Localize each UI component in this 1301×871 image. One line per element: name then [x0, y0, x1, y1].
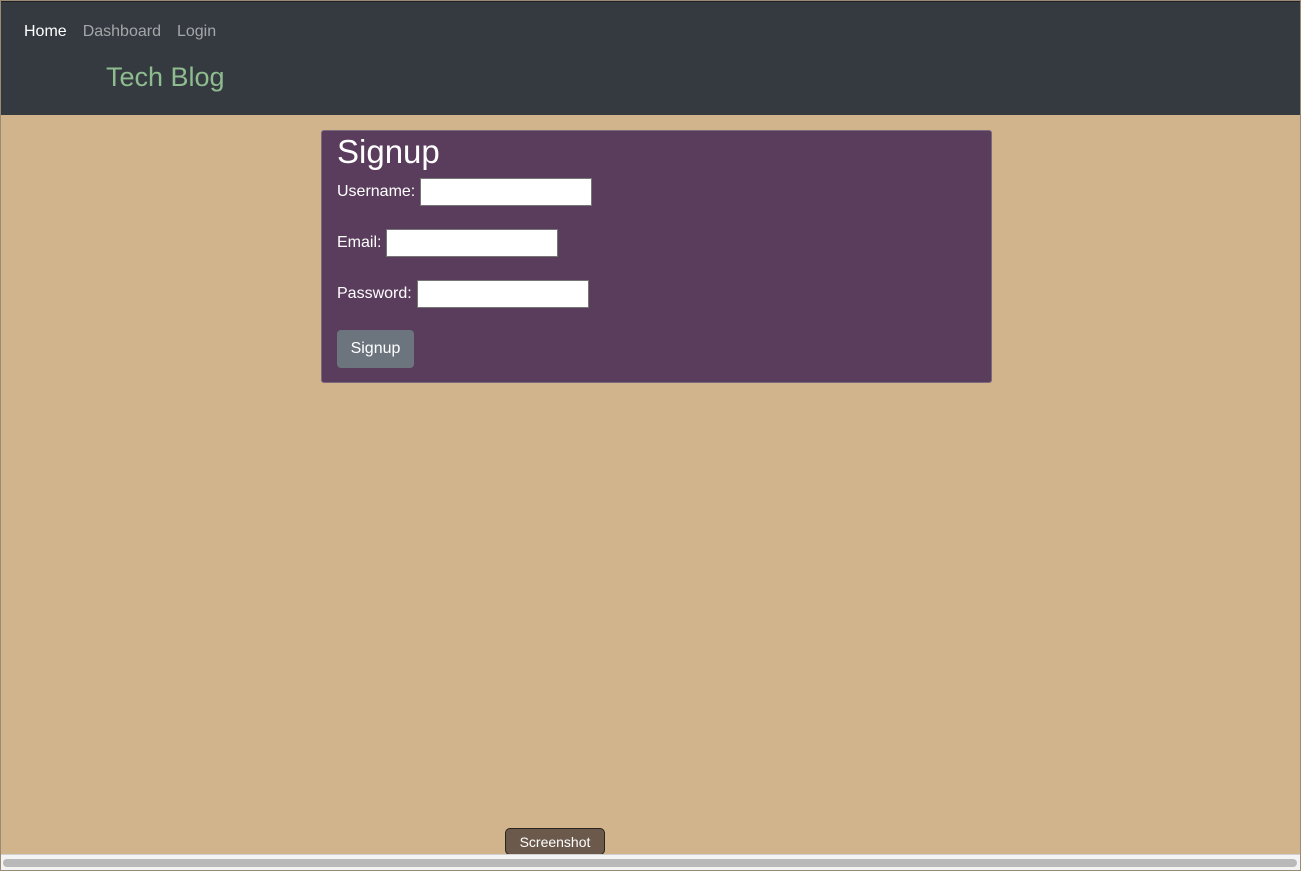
email-label: Email: — [337, 234, 382, 251]
password-input[interactable] — [416, 280, 589, 308]
password-label: Password: — [337, 285, 412, 302]
horizontal-scrollbar[interactable] — [0, 854, 1301, 871]
signup-card: Signup Username: Email: Password: Signup — [321, 130, 992, 383]
username-label: Username: — [337, 183, 416, 200]
signup-heading: Signup — [337, 133, 440, 170]
email-row: Email: — [337, 229, 559, 257]
signup-button[interactable]: Signup — [337, 330, 414, 368]
email-input[interactable] — [386, 229, 559, 257]
scrollbar-thumb[interactable] — [3, 859, 1297, 867]
username-row: Username: — [337, 178, 593, 206]
site-title: Tech Blog — [106, 62, 225, 92]
screenshot-tooltip: Screenshot — [505, 828, 605, 861]
username-input[interactable] — [420, 178, 593, 206]
nav-dashboard-link[interactable]: Dashboard — [83, 22, 161, 42]
main-nav: Home Dashboard Login — [24, 22, 216, 42]
nav-login-link[interactable]: Login — [177, 22, 216, 42]
nav-home-link[interactable]: Home — [24, 22, 67, 42]
password-row: Password: — [337, 280, 589, 308]
navbar: Home Dashboard Login Tech Blog — [0, 2, 1301, 115]
